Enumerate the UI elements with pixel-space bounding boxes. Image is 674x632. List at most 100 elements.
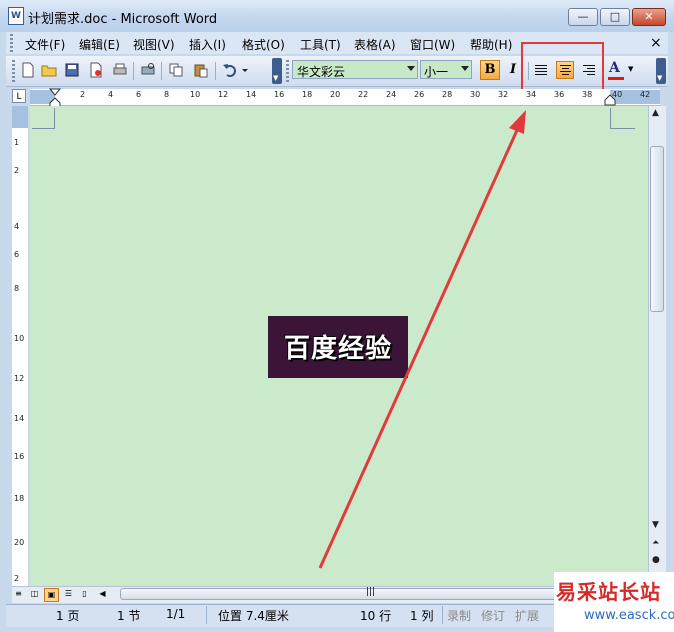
permission-icon[interactable] [88, 62, 104, 78]
close-document-icon[interactable]: × [650, 35, 662, 51]
ruler-tick: 2 [14, 574, 20, 583]
close-window-button[interactable]: ✕ [632, 8, 666, 26]
undo-dropdown-icon[interactable] [240, 62, 250, 78]
select-browse-object-icon[interactable]: ● [652, 555, 660, 565]
ruler-tick: 10 [190, 90, 201, 99]
font-name-select[interactable]: 华文彩云 [292, 60, 418, 79]
print-icon[interactable] [112, 62, 128, 78]
font-size-value: 小一 [424, 65, 449, 79]
ruler-tick: 16 [14, 452, 25, 461]
status-extend[interactable]: 扩展 [515, 607, 539, 624]
menu-format[interactable]: 格式(O) [242, 36, 285, 53]
italic-button[interactable]: I [504, 60, 522, 80]
ruler-tick: 24 [386, 90, 397, 99]
font-color-icon: A [609, 60, 620, 76]
minimize-button[interactable]: — [568, 8, 598, 26]
menu-edit[interactable]: 编辑(E) [79, 36, 120, 53]
toolbar-options-chevron[interactable]: ▼ [272, 58, 282, 84]
chevron-down-icon: ▼ [657, 74, 663, 82]
chevron-down-icon: ▼ [628, 65, 634, 73]
print-preview-icon[interactable] [140, 62, 156, 78]
outline-view-icon[interactable]: ☰ [62, 588, 75, 600]
ruler-tick: 26 [414, 90, 425, 99]
ruler-tick: 22 [358, 90, 369, 99]
ruler-tick: 12 [14, 374, 25, 383]
ruler-tick: 1 [14, 138, 20, 147]
formatting-toolbar-grip[interactable] [286, 60, 289, 82]
status-record[interactable]: 录制 [447, 607, 471, 624]
ruler-tick: 16 [274, 90, 285, 99]
menubar-grip[interactable] [10, 34, 13, 52]
font-name-value: 华文彩云 [297, 65, 346, 79]
ruler-tick: 20 [14, 538, 25, 547]
ruler-tick: 32 [498, 90, 509, 99]
indent-marker-icon[interactable] [49, 88, 61, 108]
formatting-options-chevron[interactable]: ▼ [656, 58, 666, 84]
ruler-tick: 28 [442, 90, 453, 99]
copy-icon[interactable] [168, 62, 184, 78]
ruler-tick: 14 [14, 414, 25, 423]
ruler-tick: 14 [246, 90, 257, 99]
scroll-up-icon[interactable]: ▲ [652, 108, 659, 118]
font-size-select[interactable]: 小一 [420, 60, 472, 79]
reading-view-icon[interactable]: ▯ [78, 588, 91, 600]
toolbar-separator [161, 62, 162, 80]
ruler-tick: 18 [14, 494, 25, 503]
close-icon: ✕ [644, 10, 654, 23]
ruler-tick: 2 [80, 90, 86, 99]
status-track-changes[interactable]: 修订 [481, 607, 505, 624]
vertical-ruler[interactable] [12, 106, 28, 586]
status-separator [442, 606, 443, 624]
browse-previous-icon[interactable]: ⏶ [652, 538, 659, 548]
print-layout-view-icon[interactable]: ▣ [44, 588, 59, 602]
ruler-tick: 4 [14, 222, 20, 231]
ruler-tick: 30 [470, 90, 481, 99]
horizontal-ruler[interactable] [30, 89, 660, 106]
bold-button[interactable]: B [480, 60, 500, 80]
scroll-left-icon[interactable]: ◀ [96, 588, 109, 600]
menu-tools[interactable]: 工具(T) [300, 36, 341, 53]
ruler-tick: 36 [554, 90, 565, 99]
font-color-button[interactable]: A ▼ [606, 60, 634, 82]
menu-insert[interactable]: 插入(I) [189, 36, 226, 53]
standard-toolbar-grip[interactable] [12, 60, 15, 82]
maximize-button[interactable]: □ [600, 8, 630, 26]
undo-icon[interactable] [222, 62, 238, 78]
scroll-down-icon[interactable]: ▼ [652, 520, 659, 530]
open-folder-icon[interactable] [41, 62, 57, 78]
minimize-icon: — [577, 10, 589, 23]
paste-icon[interactable] [193, 62, 209, 78]
wordart-text-box[interactable]: 百度经验 [268, 316, 408, 378]
toolbar-separator [215, 62, 216, 80]
ruler-tick: 12 [218, 90, 229, 99]
normal-view-icon[interactable]: ≡ [12, 588, 25, 600]
watermark-text-url: www.easck.com [584, 608, 674, 623]
word-document-icon[interactable]: W [8, 7, 24, 25]
window-title: 计划需求.doc - Microsoft Word [28, 12, 218, 27]
ruler-tick: 18 [302, 90, 313, 99]
tab-selector[interactable]: L [12, 89, 26, 103]
menu-help[interactable]: 帮助(H) [470, 36, 512, 53]
ruler-tick: 8 [14, 284, 20, 293]
menu-view[interactable]: 视图(V) [133, 36, 175, 53]
menu-file[interactable]: 文件(F) [25, 36, 65, 53]
ruler-tick: 6 [136, 90, 142, 99]
ruler-tick: 38 [582, 90, 593, 99]
web-view-icon[interactable]: ◫ [28, 588, 41, 600]
horizontal-scroll-thumb[interactable]: ||| [120, 587, 626, 600]
new-document-icon[interactable] [20, 62, 36, 78]
status-section: 1 节 [117, 609, 141, 623]
ruler-tick: 42 [640, 90, 651, 99]
ruler-tick: 10 [14, 334, 25, 343]
status-position: 位置 7.4厘米 [218, 609, 289, 623]
watermark-text-cn: 易采站长站 [556, 580, 661, 604]
ruler-tick: 34 [526, 90, 537, 99]
status-separator [206, 606, 207, 624]
save-icon[interactable] [64, 62, 80, 78]
ruler-tick: 6 [14, 250, 20, 259]
wordart-text: 百度经验 [283, 334, 392, 364]
vertical-scroll-thumb[interactable] [650, 146, 664, 312]
menu-table[interactable]: 表格(A) [354, 36, 396, 53]
status-column: 1 列 [410, 609, 434, 623]
menu-window[interactable]: 窗口(W) [410, 36, 455, 53]
